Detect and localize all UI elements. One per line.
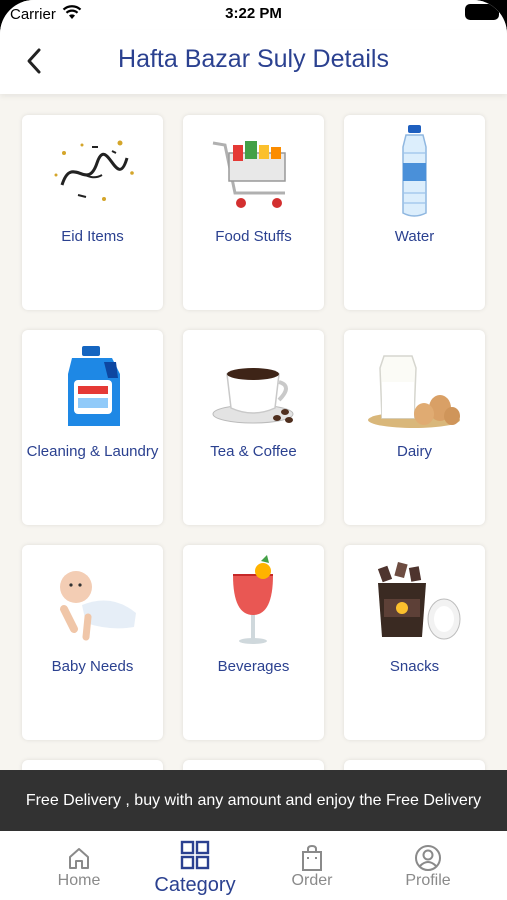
user-circle-icon: [415, 845, 441, 871]
tab-profile-label: Profile: [405, 872, 451, 889]
coffee-cup-icon: [212, 368, 294, 424]
bag-icon: [302, 844, 322, 871]
category-card-snacks[interactable]: Snacks: [344, 545, 485, 740]
water-bottle-icon: [402, 125, 427, 217]
tab-order-label: Order: [291, 872, 333, 889]
tab-order[interactable]: Order: [257, 831, 367, 900]
category-card-food-stuffs[interactable]: Food Stuffs: [183, 115, 324, 310]
top-bar: Hafta Bazar Suly Details: [0, 30, 507, 94]
category-card-beverages[interactable]: Beverages: [183, 545, 324, 740]
category-card-tea-coffee[interactable]: Tea & Coffee: [183, 330, 324, 525]
eid-mubarak-calligraphy-icon: [54, 140, 134, 201]
category-card-dairy[interactable]: Dairy: [344, 330, 485, 525]
battery-icon: [465, 4, 499, 20]
detergent-bottle-icon: [68, 346, 120, 426]
chocolate-snacks-icon: [377, 561, 461, 640]
category-label: Snacks: [389, 658, 440, 675]
category-card-eid-items[interactable]: Eid Items: [22, 115, 163, 310]
category-label: Water: [394, 228, 435, 245]
free-delivery-banner: Free Delivery , buy with any amount and …: [0, 770, 507, 831]
category-label: Cleaning & Laundry: [26, 443, 159, 460]
baby-icon: [60, 571, 136, 641]
bottom-tab-bar: Home Category Order Profile: [0, 831, 507, 900]
category-label: Dairy: [396, 443, 432, 460]
category-label: Eid Items: [61, 228, 124, 245]
tab-home[interactable]: Home: [24, 831, 134, 900]
tab-home-label: Home: [57, 872, 101, 889]
banner-text: Free Delivery , buy with any amount and …: [25, 791, 482, 809]
page-title: Hafta Bazar Suly Details: [118, 45, 389, 73]
home-icon: [69, 848, 89, 869]
tab-category-label: Category: [154, 874, 236, 896]
tab-category[interactable]: Category: [140, 831, 250, 900]
category-label: Baby Needs: [51, 658, 134, 675]
app-screen: Carrier 3:22 PM Hafta Bazar Suly Details…: [0, 0, 507, 900]
tab-profile[interactable]: Profile: [373, 831, 483, 900]
category-grid: Eid Items Food Stuffs Water Cleaning & L…: [22, 115, 486, 774]
category-label: Tea & Coffee: [210, 443, 297, 460]
category-label: Food Stuffs: [215, 228, 292, 245]
grid-icon: [180, 840, 210, 870]
category-card-baby-needs[interactable]: Baby Needs: [22, 545, 163, 740]
cocktail-glass-icon: [233, 555, 273, 644]
category-label: Beverages: [217, 658, 290, 675]
category-card-water[interactable]: Water: [344, 115, 485, 310]
category-card-cleaning-laundry[interactable]: Cleaning & Laundry: [22, 330, 163, 525]
shopping-cart-icon: [212, 141, 286, 208]
clock: 3:22 PM: [225, 5, 282, 22]
status-bar: Carrier 3:22 PM: [0, 0, 507, 30]
milk-eggs-icon: [368, 355, 460, 428]
